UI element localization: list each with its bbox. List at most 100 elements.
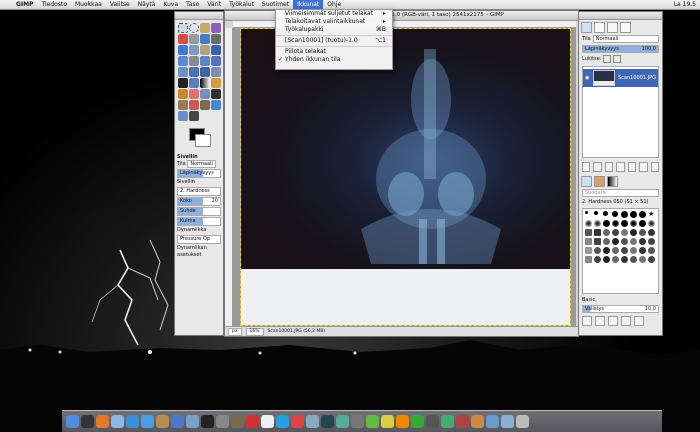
duplicate-brush-icon[interactable] [608,316,618,326]
brush-swatch[interactable] [630,211,637,218]
align-tool-icon[interactable] [178,56,188,66]
ellipse-select-tool-icon[interactable] [189,23,199,33]
select-by-color-tool-icon[interactable] [178,34,188,44]
paths-tool-icon[interactable] [211,34,221,44]
menu-item-toolbox[interactable]: Työkalupakki ⌘B [276,26,392,34]
menu-file[interactable]: Tiedosto [38,0,71,9]
mail-icon[interactable] [111,415,124,428]
brush-swatch[interactable] [630,220,637,227]
rotate-tool-icon[interactable] [200,56,210,66]
tab-patterns-icon[interactable] [594,175,605,187]
flip-tool-icon[interactable] [200,67,210,77]
perspective-clone-tool-icon[interactable] [200,100,210,110]
scissors-tool-icon[interactable] [189,34,199,44]
brush-swatch[interactable] [612,238,619,245]
dodge-burn-tool-icon[interactable] [189,111,199,121]
smudge-tool-icon[interactable] [178,111,188,121]
brush-swatch[interactable] [612,247,619,254]
brush-swatch[interactable] [594,238,601,245]
brush-swatch[interactable] [585,220,592,227]
menu-tools[interactable]: Työkalut [225,0,258,9]
brush-swatch[interactable] [594,229,601,236]
brush-swatch[interactable] [639,211,646,218]
notes-icon[interactable] [381,415,394,428]
raise-layer-icon[interactable] [593,162,602,172]
brush-swatch[interactable] [639,220,646,227]
color-picker-tool-icon[interactable] [178,45,188,55]
itunes-icon[interactable] [171,415,184,428]
brush-swatch[interactable] [585,256,592,263]
brush-swatch[interactable] [585,229,592,236]
scale-tool-icon[interactable] [211,56,221,66]
ink-tool-icon[interactable] [211,89,221,99]
mask-layer-icon[interactable] [639,162,648,172]
brush-swatch[interactable] [621,256,628,263]
shear-tool-icon[interactable] [178,67,188,77]
brush-swatch[interactable] [594,247,601,254]
new-layer-icon[interactable] [582,162,591,172]
documents-folder-icon[interactable] [501,415,514,428]
brush-swatch[interactable] [648,229,655,236]
brush-tag-row[interactable]: Basic, [579,296,662,304]
mode-select[interactable]: Normaali [187,160,216,168]
unit-select[interactable]: px [228,327,242,336]
new-brush-icon[interactable] [595,316,605,326]
cage-tool-icon[interactable] [211,67,221,77]
dashboard-icon[interactable] [81,415,94,428]
menu-item-recent-docks[interactable]: Viimeisimmät suljetut telakat ▸ [276,10,392,18]
blend-tool-icon[interactable] [200,78,210,88]
menu-help[interactable]: Ohje [323,0,345,9]
filezilla-icon[interactable] [246,415,259,428]
activity-monitor-icon[interactable] [411,415,424,428]
perspective-tool-icon[interactable] [189,67,199,77]
fuzzy-select-tool-icon[interactable] [211,23,221,33]
safari-icon[interactable] [126,415,139,428]
edit-brush-icon[interactable] [582,316,592,326]
background-color-swatch[interactable] [195,134,211,147]
measure-tool-icon[interactable] [200,45,210,55]
time-machine-icon[interactable] [441,415,454,428]
brush-swatch[interactable] [630,256,637,263]
toolbox-titlebar[interactable] [175,12,223,20]
xray-image[interactable] [240,28,571,326]
anchor-layer-icon[interactable] [627,162,637,172]
terminal-icon[interactable] [201,415,214,428]
tab-gradients-icon[interactable] [607,175,618,187]
brush-swatch[interactable] [630,247,637,254]
tab-undo-icon[interactable] [620,21,631,33]
move-tool-icon[interactable] [211,45,221,55]
brush-swatch[interactable] [603,211,608,216]
menu-item-dockable-dialogs[interactable]: Telakoitavat valintaikkunat ▸ [276,18,392,26]
menu-edit[interactable]: Muokkaa [71,0,106,9]
menu-view[interactable]: Näytä [134,0,160,9]
brush-swatch[interactable] [585,247,592,254]
brush-swatch[interactable] [630,238,637,245]
address-book-icon[interactable] [156,415,169,428]
dynamics-select[interactable]: Pressure Op [177,235,221,244]
brush-swatch[interactable] [639,247,646,254]
brush-swatch[interactable] [621,247,628,254]
brush-swatch[interactable] [603,229,610,236]
brush-swatch[interactable] [585,211,588,214]
ichat-icon[interactable] [141,415,154,428]
brush-swatch[interactable] [612,211,618,217]
brush-swatch[interactable] [639,238,646,245]
menu-filters[interactable]: Suotimet [258,0,293,9]
text-tool-icon[interactable] [178,78,188,88]
brush-swatch[interactable] [612,220,619,227]
blur-tool-icon[interactable] [211,100,221,110]
layer-mode-select[interactable]: Normaali [592,35,659,43]
eye-icon[interactable]: ◉ [585,75,589,81]
gimp-icon[interactable] [231,415,244,428]
menu-item-single-window-mode[interactable]: ✓ Yhden ikkunan tila [276,56,392,64]
brush-swatch[interactable] [648,220,655,227]
image-canvas[interactable] [233,28,576,326]
vertical-ruler[interactable] [225,28,233,326]
brush-swatch[interactable] [621,220,628,227]
tab-paths-icon[interactable] [607,21,618,33]
duplicate-layer-icon[interactable] [616,162,625,172]
lower-layer-icon[interactable] [604,162,614,172]
preview-icon[interactable] [306,415,319,428]
photoshop-icon[interactable] [321,415,334,428]
brush-swatch[interactable] [648,247,655,254]
